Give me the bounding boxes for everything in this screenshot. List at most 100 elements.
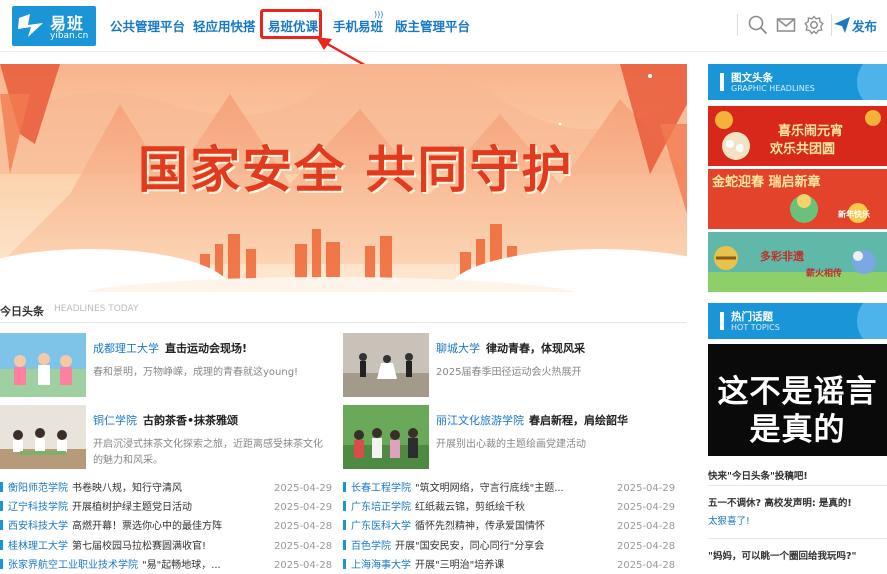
graphic-image-spring[interactable]: 金蛇迎春 瑞启新章 新年快乐 — [708, 169, 887, 229]
divider — [831, 14, 832, 36]
news-desc: 春和景明，万物峥嵘，成理的青春就这young! — [93, 367, 299, 378]
header-decoration — [857, 64, 887, 100]
header-tab-mark — [720, 73, 724, 91]
list-text[interactable]: 高燃开幕！票选你心中的最佳方阵 — [72, 521, 222, 532]
list-date: 2025-04-29 — [617, 502, 676, 513]
hot-topics-subtitle: HOT TOPICS — [731, 323, 780, 332]
banner-title: 国家安全 共同守护 — [138, 141, 574, 199]
graphic-caption: 新年快乐 — [838, 210, 870, 219]
list-text[interactable]: "易"起畅地球，... — [142, 560, 221, 571]
news-desc: 开展别出心裁的主题绘画党建活动 — [436, 439, 586, 450]
hot-topic-image[interactable]: 这不是谣言 是真的 — [708, 344, 887, 456]
list-item[interactable]: 桂林理工大学 第七届校园马拉松赛圆满收官! — [0, 539, 206, 555]
bullet-bar — [343, 540, 346, 550]
bullet-bar — [0, 482, 3, 492]
graphic-headlines-subtitle: GRAPHIC HEADLINES — [731, 84, 815, 93]
news-title[interactable]: 律动青春，体现风采 — [486, 340, 585, 356]
list-item[interactable]: 张家界航空工业职业技术学院 "易"起畅地球，... — [0, 558, 221, 574]
graphic-caption: 金蛇迎春 瑞启新章 — [712, 175, 821, 190]
list-school[interactable]: 辽宁科技学院 — [8, 502, 68, 513]
list-school[interactable]: 西安科技大学 — [8, 521, 68, 532]
list-item[interactable]: 广东医科大学 循怀先烈精神，传承爱国情怀 — [343, 519, 545, 535]
settings-icon[interactable] — [803, 14, 825, 36]
list-school[interactable]: 桂林理工大学 — [8, 541, 68, 552]
list-text[interactable]: "筑文明网络，守言行底线"主题... — [415, 483, 564, 494]
list-text[interactable]: 红纸裁云锦，剪纸绘千秋 — [415, 502, 525, 513]
graphic-image-lantern[interactable]: 喜乐闹元宵 欢乐共团圆 — [708, 106, 887, 166]
headlines-subtitle: HEADLINES TODAY — [54, 304, 139, 314]
graphic-headlines-header: 图文头条 GRAPHIC HEADLINES — [708, 64, 887, 100]
list-item[interactable]: 衡阳师范学院 书卷映八规，知行守清风 — [0, 481, 182, 497]
graphic-image-heritage[interactable]: 多彩非遗 薪火相传 — [708, 232, 887, 292]
list-school[interactable]: 广东医科大学 — [351, 521, 411, 532]
bullet-bar — [0, 559, 3, 569]
list-school[interactable]: 百色学院 — [351, 541, 391, 552]
publish-button[interactable]: 发布 — [852, 16, 877, 35]
list-text[interactable]: 开展"国安民安，同心同行"分享会 — [395, 541, 544, 552]
news-image-lijiang[interactable] — [343, 405, 429, 469]
list-text[interactable]: 书卷映八规，知行守清风 — [72, 483, 182, 494]
logo-mark-icon — [18, 14, 43, 37]
graphic-headlines-title: 图文头条 — [731, 72, 773, 84]
list-text[interactable]: 开展"三明治"培养课 — [415, 560, 504, 571]
search-icon[interactable] — [747, 14, 769, 36]
bullet-bar — [343, 559, 346, 569]
list-date: 2025-04-29 — [274, 483, 333, 494]
news-title[interactable]: 古韵茶香•抹茶雅颂 — [143, 412, 238, 428]
news-title[interactable]: 春启新程，肩绘韶华 — [529, 412, 628, 428]
news-title[interactable]: 直击运动会现场! — [165, 340, 247, 356]
list-school[interactable]: 长春工程学院 — [351, 483, 411, 494]
divider — [708, 485, 887, 486]
list-date: 2025-04-29 — [274, 502, 333, 513]
graphic-caption: 薪火相传 — [806, 269, 843, 279]
list-item[interactable]: 长春工程学院 "筑文明网络，守言行底线"主题... — [343, 481, 564, 497]
divider — [737, 14, 738, 36]
list-item[interactable]: 西安科技大学 高燃开幕！票选你心中的最佳方阵 — [0, 519, 222, 535]
nav-public-management[interactable]: 公共管理平台 — [110, 16, 185, 35]
news-school[interactable]: 丽江文化旅游学院 — [436, 412, 524, 428]
graphic-caption: 欢乐共团圆 — [770, 142, 836, 157]
news-image-chengdu[interactable] — [0, 333, 86, 397]
news-school[interactable]: 成都理工大学 — [93, 340, 159, 356]
hot-topic-item[interactable]: "妈妈，可以眺一个圈回给我玩吗?" — [708, 548, 856, 562]
bullet-bar — [0, 501, 3, 511]
list-school[interactable]: 上海海事大学 — [351, 560, 411, 571]
nav-moderator-platform[interactable]: 版主管理平台 — [395, 16, 470, 35]
list-item[interactable]: 上海海事大学 开展"三明治"培养课 — [343, 558, 504, 574]
news-school[interactable]: 铜仁学院 — [93, 412, 137, 428]
hot-topic-item[interactable]: 快来"今日头条"投稿吧! — [708, 468, 808, 482]
main-banner[interactable]: 国家安全 共同守护 — [0, 64, 687, 292]
news-school[interactable]: 聊城大学 — [436, 340, 480, 356]
list-text[interactable]: 开展植树护绿主题党日活动 — [72, 502, 192, 513]
list-date: 2025-04-28 — [274, 541, 333, 552]
hot-topic-sublink[interactable]: 太狠喜了! — [708, 513, 750, 527]
divider — [708, 538, 887, 539]
list-text[interactable]: 循怀先烈精神，传承爱国情怀 — [415, 521, 545, 532]
list-item[interactable]: 百色学院 开展"国安民安，同心同行"分享会 — [343, 539, 544, 555]
news-image-liaocheng[interactable] — [343, 333, 429, 397]
list-school[interactable]: 衡阳师范学院 — [8, 483, 68, 494]
hot-topic-item[interactable]: 五一不调休? 高校发声明: 是真的! — [708, 495, 852, 509]
yiban-logo[interactable]: 易班 yiban.cn — [12, 6, 96, 46]
news-desc: 2025届春季田径运动会火热展开 — [436, 367, 582, 378]
header-tab-mark — [720, 312, 724, 330]
news-image-tongren[interactable] — [0, 405, 86, 469]
top-navigation-bar: 易班 yiban.cn 公共管理平台 轻应用快搭 易班优课 手机易班 ))) 版… — [0, 0, 887, 52]
list-date: 2025-04-28 — [617, 560, 676, 571]
bullet-bar — [343, 482, 346, 492]
mail-icon[interactable] — [775, 14, 797, 36]
graphic-caption: 喜乐闹元宵 — [778, 124, 844, 139]
list-school[interactable]: 广东培正学院 — [351, 502, 411, 513]
hot-image-line2: 是真的 — [749, 412, 846, 448]
list-date: 2025-04-28 — [617, 521, 676, 532]
list-item[interactable]: 广东培正学院 红纸裁云锦，剪纸绘千秋 — [343, 500, 525, 516]
list-item[interactable]: 辽宁科技学院 开展植树护绿主题党日活动 — [0, 500, 192, 516]
list-date: 2025-04-28 — [274, 560, 333, 571]
bullet-bar — [343, 501, 346, 511]
list-text[interactable]: 第七届校园马拉松赛圆满收官! — [72, 541, 206, 552]
list-school[interactable]: 张家界航空工业职业技术学院 — [8, 560, 138, 571]
divider — [0, 322, 687, 323]
send-icon[interactable] — [833, 16, 851, 34]
nav-light-app[interactable]: 轻应用快搭 — [193, 16, 256, 35]
hot-topics-header: 热门话题 HOT TOPICS — [708, 303, 887, 339]
